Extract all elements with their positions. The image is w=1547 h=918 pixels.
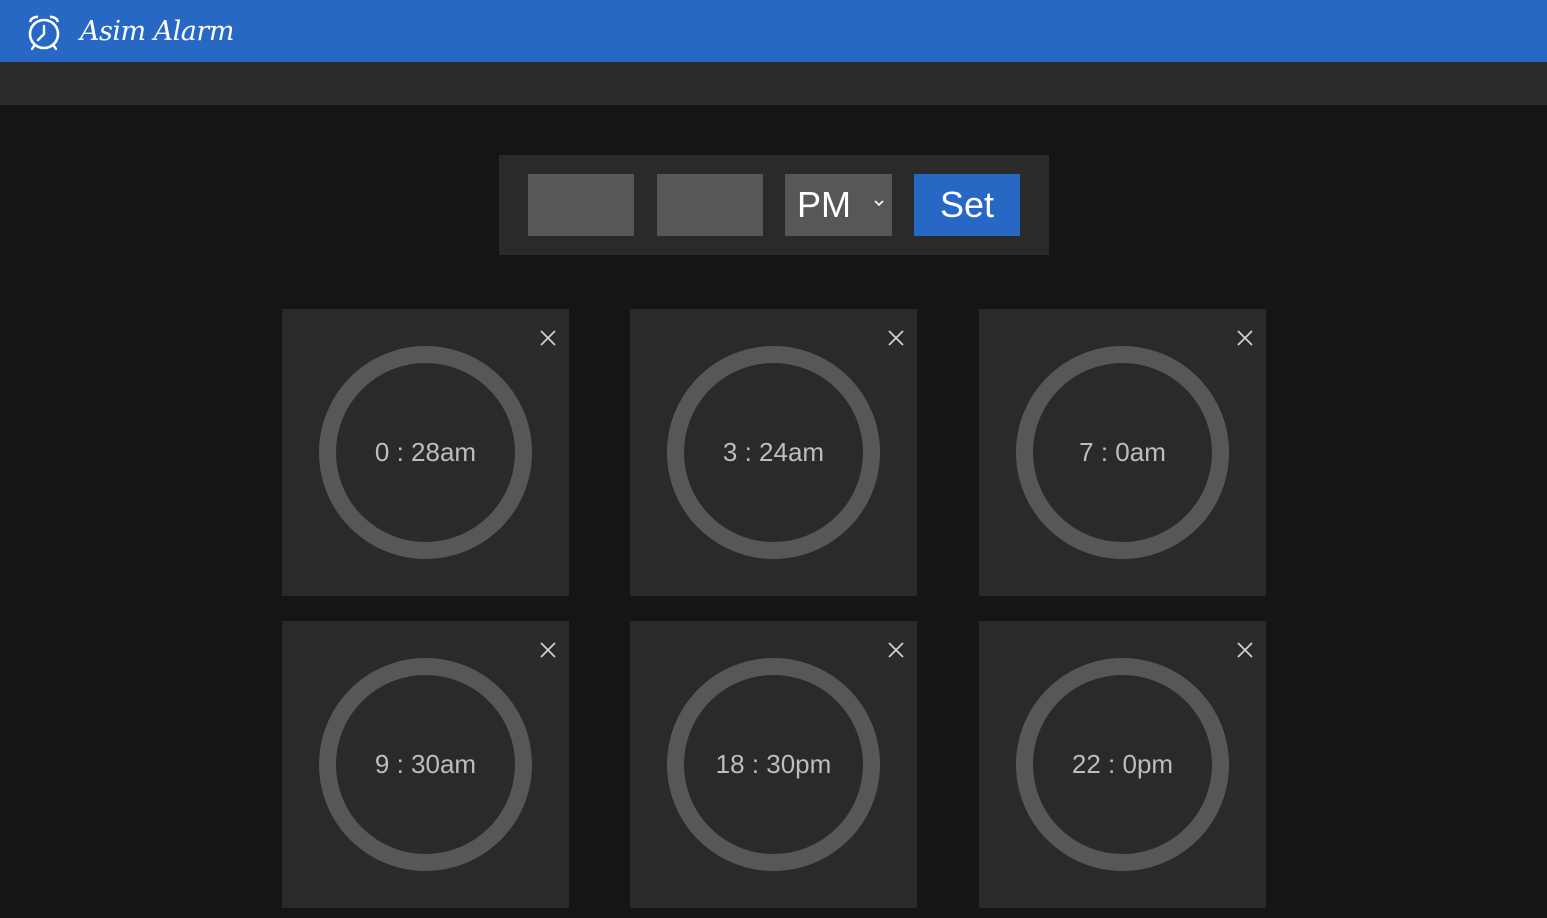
- alarm-card: 0 : 28am: [282, 309, 569, 596]
- close-icon[interactable]: [539, 641, 557, 659]
- close-icon[interactable]: [1236, 641, 1254, 659]
- title-bar: Asim Alarm: [0, 0, 1547, 62]
- alarm-time: 3 : 24am: [722, 437, 825, 467]
- set-button[interactable]: Set: [914, 174, 1020, 236]
- alarm-card: 22 : 0pm: [979, 621, 1266, 908]
- alarm-setter: PM Set: [499, 155, 1049, 255]
- app-title: Asim Alarm: [80, 16, 234, 47]
- app-window: Asim Alarm PM Set 0 : 28am 3 : 24am 7: …: [0, 0, 1547, 918]
- chevron-down-icon: [874, 200, 884, 207]
- alarm-time: 18 : 30pm: [715, 749, 832, 779]
- close-icon[interactable]: [539, 329, 557, 347]
- alarm-card: 7 : 0am: [979, 309, 1266, 596]
- close-icon[interactable]: [887, 329, 905, 347]
- alarm-card: 3 : 24am: [630, 309, 917, 596]
- alarm-clock-icon: [28, 15, 60, 51]
- close-icon[interactable]: [1236, 329, 1254, 347]
- ampm-selected-value: PM: [797, 184, 851, 225]
- hour-input[interactable]: [528, 174, 634, 236]
- alarm-time: 0 : 28am: [374, 437, 477, 467]
- close-icon[interactable]: [887, 641, 905, 659]
- alarm-time: 22 : 0pm: [1071, 749, 1174, 779]
- minute-input[interactable]: [657, 174, 763, 236]
- alarm-time: 9 : 30am: [374, 749, 477, 779]
- toolbar: [0, 62, 1547, 105]
- alarm-card: 9 : 30am: [282, 621, 569, 908]
- ampm-select[interactable]: PM: [785, 174, 892, 236]
- alarm-card: 18 : 30pm: [630, 621, 917, 908]
- alarm-time: 7 : 0am: [1079, 437, 1166, 467]
